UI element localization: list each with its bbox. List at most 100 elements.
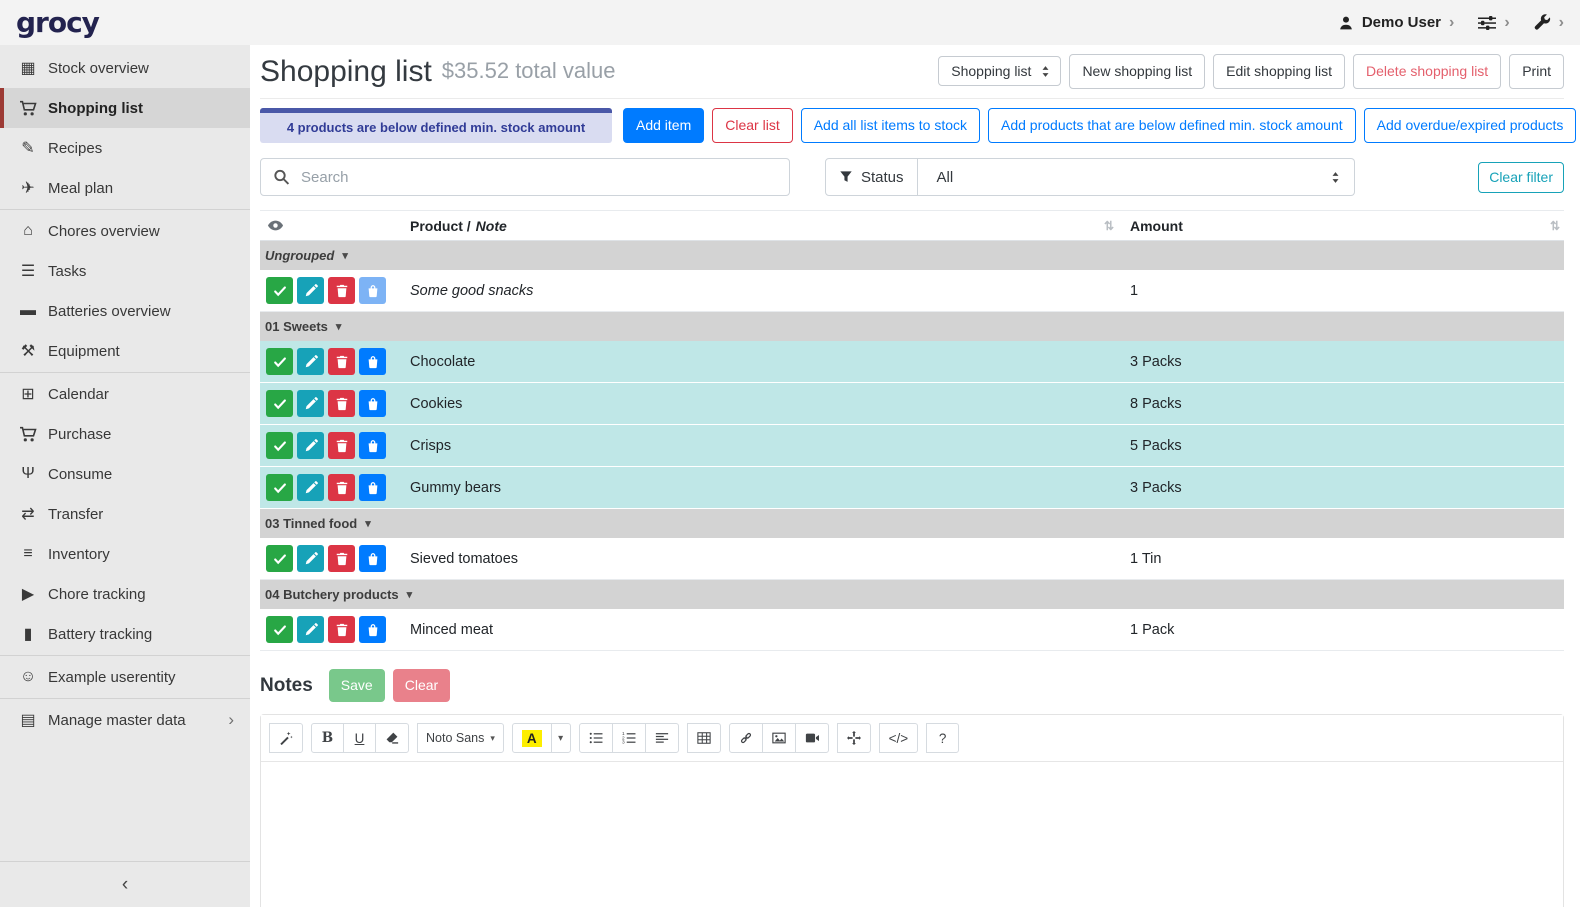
- edit-item-button[interactable]: [297, 432, 324, 459]
- insert-link-button[interactable]: [729, 723, 763, 753]
- add-to-stock-button[interactable]: [359, 616, 386, 643]
- underline-button[interactable]: U: [343, 723, 376, 753]
- code-view-button[interactable]: </>: [879, 723, 919, 753]
- product-group-header-ungrouped[interactable]: Ungrouped▾: [260, 241, 1564, 270]
- sidebar-item-label: Purchase: [48, 426, 111, 443]
- delete-item-button[interactable]: [328, 474, 355, 501]
- sidebar-item-batteries-overview[interactable]: ▬Batteries overview: [0, 291, 250, 331]
- sort-icon[interactable]: ⇅: [1550, 219, 1560, 233]
- delete-item-button[interactable]: [328, 348, 355, 375]
- new-shopping-list-button[interactable]: New shopping list: [1069, 54, 1205, 89]
- toggle-done-visibility[interactable]: [260, 217, 410, 234]
- add-to-stock-button[interactable]: [359, 390, 386, 417]
- sidebar-item-example-userentity[interactable]: ☺Example userentity: [0, 657, 250, 697]
- task-list-icon: ☰: [17, 261, 39, 281]
- admin-menu[interactable]: ›: [1534, 14, 1564, 32]
- delete-item-button[interactable]: [328, 616, 355, 643]
- grocy-logo[interactable]: grocy: [16, 6, 99, 39]
- product-group-header-04-butchery-products[interactable]: 04 Butchery products▾: [260, 580, 1564, 609]
- sidebar-item-recipes[interactable]: ✎Recipes: [0, 128, 250, 168]
- sidebar-item-manage-master-data[interactable]: ▤Manage master data›: [0, 700, 250, 740]
- add-item-button[interactable]: Add item: [623, 108, 704, 143]
- mark-done-button[interactable]: [266, 545, 293, 572]
- eraser-button[interactable]: [375, 723, 409, 753]
- settings-menu[interactable]: ›: [1478, 14, 1509, 32]
- unordered-list-button[interactable]: [579, 723, 613, 753]
- insert-video-button[interactable]: [795, 723, 829, 753]
- mark-done-button[interactable]: [266, 432, 293, 459]
- sidebar-item-calendar[interactable]: ⊞Calendar: [0, 374, 250, 414]
- notes-textarea[interactable]: [261, 762, 1563, 907]
- sidebar-item-stock-overview[interactable]: ▦Stock overview: [0, 48, 250, 88]
- sort-icon[interactable]: ⇅: [1104, 219, 1114, 233]
- mark-done-button[interactable]: [266, 390, 293, 417]
- sidebar-item-chore-tracking[interactable]: ▶Chore tracking: [0, 574, 250, 614]
- sidebar-item-purchase[interactable]: Purchase: [0, 414, 250, 454]
- edit-item-button[interactable]: [297, 545, 324, 572]
- sidebar-item-shopping-list[interactable]: Shopping list: [0, 88, 250, 128]
- product-group-header-01-sweets[interactable]: 01 Sweets▾: [260, 312, 1564, 341]
- edit-item-button[interactable]: [297, 616, 324, 643]
- mark-done-button[interactable]: [266, 616, 293, 643]
- sidebar-item-equipment[interactable]: ⚒Equipment: [0, 331, 250, 371]
- bold-button[interactable]: B: [311, 723, 344, 753]
- add-to-stock-button[interactable]: [359, 545, 386, 572]
- add-to-stock-button[interactable]: [359, 474, 386, 501]
- add-to-stock-button[interactable]: [359, 348, 386, 375]
- edit-item-button[interactable]: [297, 277, 324, 304]
- clear-list-button[interactable]: Clear list: [712, 108, 792, 143]
- edit-shopping-list-button[interactable]: Edit shopping list: [1213, 54, 1345, 89]
- insert-table-button[interactable]: [687, 723, 721, 753]
- search-input[interactable]: [260, 158, 790, 196]
- column-header-product[interactable]: Product / Note ⇅: [410, 218, 1130, 234]
- delete-item-button[interactable]: [328, 545, 355, 572]
- sidebar-item-meal-plan[interactable]: ✈Meal plan: [0, 168, 250, 208]
- delete-shopping-list-button[interactable]: Delete shopping list: [1353, 54, 1501, 89]
- insert-picture-button[interactable]: [762, 723, 796, 753]
- product-group-header-03-tinned-food[interactable]: 03 Tinned food▾: [260, 509, 1564, 538]
- status-filter-select[interactable]: All: [918, 158, 1355, 196]
- sidebar-item-battery-tracking[interactable]: ▮Battery tracking: [0, 614, 250, 654]
- font-family-select[interactable]: Noto Sans▾: [417, 723, 504, 753]
- sidebar-item-tasks[interactable]: ☰Tasks: [0, 251, 250, 291]
- min-stock-alert[interactable]: 4 products are below defined min. stock …: [260, 108, 612, 143]
- purchase-cart-icon: [17, 426, 39, 443]
- add-to-stock-button[interactable]: [359, 277, 386, 304]
- fullscreen-button[interactable]: [837, 723, 871, 753]
- magic-style-button[interactable]: [269, 723, 303, 753]
- delete-item-button[interactable]: [328, 277, 355, 304]
- font-color-button[interactable]: A: [512, 723, 552, 753]
- mark-done-button[interactable]: [266, 348, 293, 375]
- help-button[interactable]: ?: [926, 723, 959, 753]
- font-color-dropdown[interactable]: ▾: [551, 723, 571, 753]
- notes-save-button[interactable]: Save: [329, 669, 385, 702]
- mark-done-button[interactable]: [266, 474, 293, 501]
- transfer-arrows-icon: ⇄: [17, 504, 39, 524]
- mark-done-button[interactable]: [266, 277, 293, 304]
- clear-filter-button[interactable]: Clear filter: [1478, 162, 1564, 193]
- edit-item-button[interactable]: [297, 348, 324, 375]
- user-menu[interactable]: Demo User ›: [1338, 14, 1455, 32]
- ordered-list-button[interactable]: 123: [612, 723, 646, 753]
- print-button[interactable]: Print: [1509, 54, 1564, 89]
- sidebar-item-chores-overview[interactable]: ⌂Chores overview: [0, 211, 250, 251]
- row-actions: [260, 474, 410, 501]
- notes-clear-button[interactable]: Clear: [393, 669, 450, 702]
- add-to-stock-button[interactable]: [359, 432, 386, 459]
- delete-item-button[interactable]: [328, 432, 355, 459]
- status-filter-label[interactable]: Status: [825, 158, 918, 196]
- sidebar-item-inventory[interactable]: ≡Inventory: [0, 534, 250, 574]
- column-header-amount[interactable]: Amount ⇅: [1130, 218, 1564, 234]
- add-overdue-button[interactable]: Add overdue/expired products: [1364, 108, 1577, 143]
- sidebar-item-transfer[interactable]: ⇄Transfer: [0, 494, 250, 534]
- shopping-list-select[interactable]: Shopping list: [938, 56, 1061, 86]
- edit-item-button[interactable]: [297, 474, 324, 501]
- sidebar-collapse-button[interactable]: ‹: [0, 861, 250, 907]
- sidebar-item-consume[interactable]: ΨConsume: [0, 454, 250, 494]
- edit-item-button[interactable]: [297, 390, 324, 417]
- add-below-min-stock-button[interactable]: Add products that are below defined min.…: [988, 108, 1356, 143]
- delete-item-button[interactable]: [328, 390, 355, 417]
- caret-down-icon: ▾: [336, 320, 342, 333]
- paragraph-align-button[interactable]: [645, 723, 679, 753]
- add-all-to-stock-button[interactable]: Add all list items to stock: [801, 108, 980, 143]
